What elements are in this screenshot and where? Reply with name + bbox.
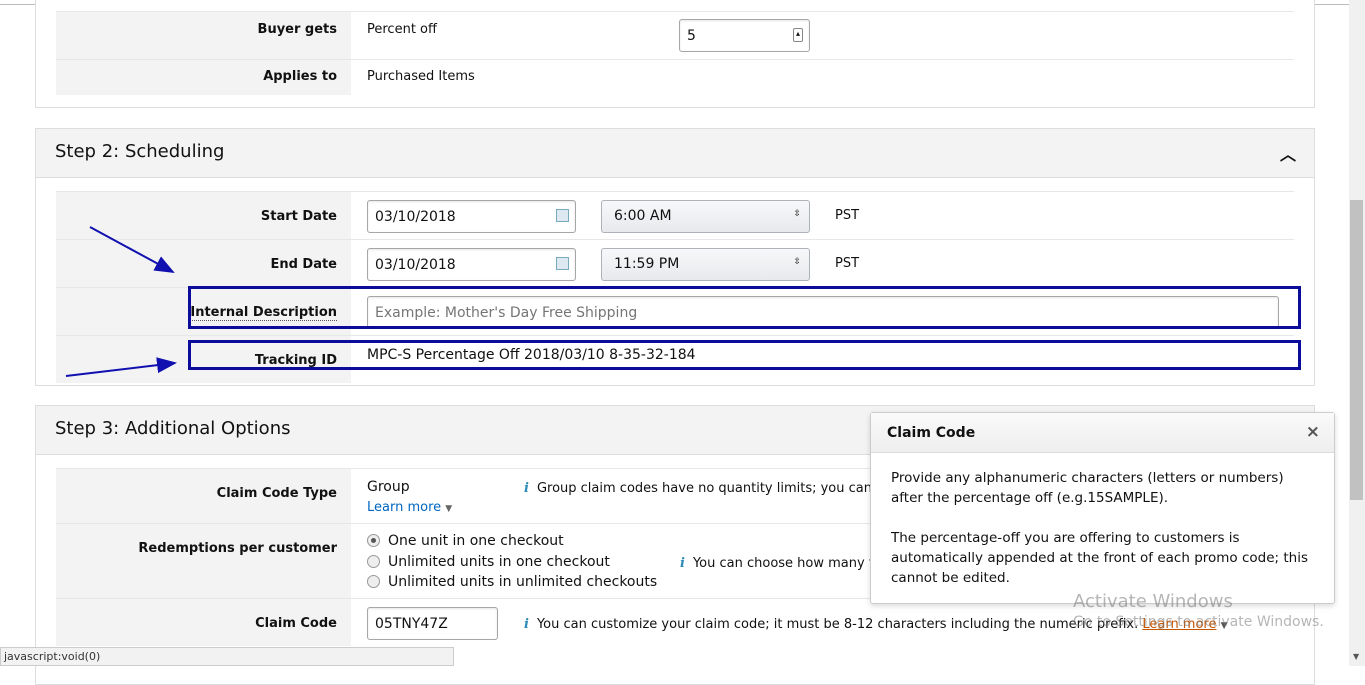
cct-info-text: Group claim codes have no quantity limit… — [536, 481, 905, 496]
claim-code-learn-more-link[interactable]: Learn more — [1142, 617, 1216, 632]
radio-option-unlimited-one[interactable]: Unlimited units in one checkout — [367, 552, 657, 573]
redemption-options: One unit in one checkout Unlimited units… — [367, 531, 657, 593]
info-icon: i — [524, 481, 529, 496]
option-label: Unlimited units in one checkout — [388, 553, 610, 570]
arrow-icon — [89, 226, 175, 273]
scrollbar[interactable]: ▼ — [1349, 0, 1365, 666]
popover-paragraph: The percentage-off you are offering to c… — [891, 530, 1309, 586]
popover-title: Claim Code — [887, 425, 976, 441]
info-icon: i — [680, 556, 685, 571]
cct-info: i Group claim codes have no quantity limi… — [524, 481, 905, 496]
claim-code-popover: Claim Code × Provide any alphanumeric cha… — [870, 412, 1335, 604]
info-icon: i — [524, 617, 529, 632]
radio-icon[interactable] — [367, 554, 380, 568]
step3-title: Step 3: Additional Options — [55, 418, 291, 439]
radio-icon[interactable] — [367, 575, 380, 588]
rpc-info-text: You can choose how many tir — [692, 556, 883, 571]
close-icon[interactable]: × — [1306, 422, 1320, 442]
scroll-down-icon[interactable]: ▼ — [1353, 652, 1359, 661]
claim-code-row: Claim Code 05TNY47Z i You can customize y… — [56, 598, 1294, 646]
arrow-icon — [65, 357, 177, 377]
option-label: One unit in one checkout — [388, 533, 564, 549]
claim-code-label: Claim Code — [56, 599, 351, 646]
claim-code-type-value: Group — [367, 479, 410, 495]
cc-info-text: You can customize your claim code; it mu… — [536, 617, 1139, 632]
claim-code-type-label: Claim Code Type — [56, 469, 351, 523]
cc-info: i You can customize your claim code; it m… — [524, 617, 1228, 632]
caret-down-icon: ▼ — [445, 504, 453, 514]
popover-paragraph: Provide any alphanumeric characters (let… — [891, 470, 1284, 506]
popover-body: Provide any alphanumeric characters (let… — [871, 453, 1334, 603]
claim-code-input[interactable]: 05TNY47Z — [367, 607, 498, 640]
status-bar: javascript:void(0) — [0, 647, 454, 666]
radio-option-unlimited-unlimited[interactable]: Unlimited units in unlimited checkouts — [367, 572, 657, 593]
radio-icon[interactable] — [367, 534, 380, 547]
radio-option-one-unit[interactable]: One unit in one checkout — [367, 531, 657, 552]
redemptions-label: Redemptions per customer — [56, 524, 351, 598]
learn-more-link[interactable]: Learn more ▼ — [367, 500, 452, 515]
caret-down-icon: ▼ — [1220, 621, 1228, 631]
option-label: Unlimited units in unlimited checkouts — [388, 574, 658, 590]
popover-header: Claim Code × — [871, 413, 1334, 453]
scrollbar-thumb[interactable] — [1350, 200, 1363, 500]
rpc-info: i You can choose how many tir — [680, 556, 883, 571]
learn-more-text: Learn more — [367, 500, 442, 515]
